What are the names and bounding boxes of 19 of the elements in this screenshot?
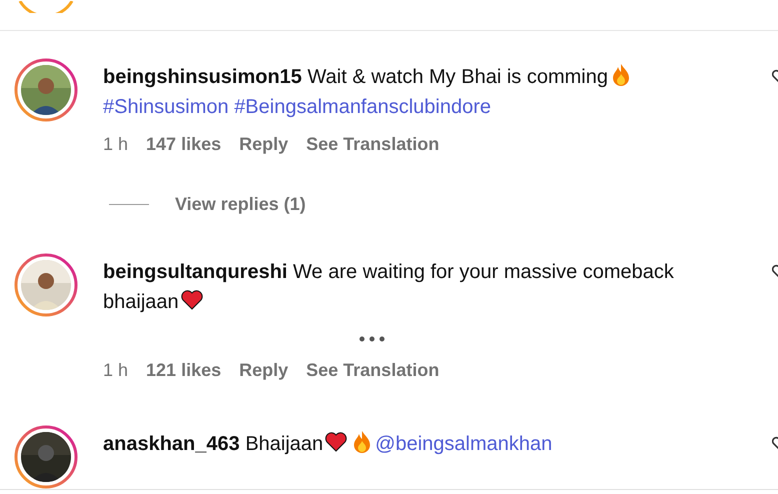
comment-text: Bhaijaan xyxy=(245,433,324,455)
comment-time: 1 h xyxy=(103,134,128,155)
translation-link[interactable]: See Translation xyxy=(306,134,440,155)
hashtag-link[interactable]: #Shinsusimon xyxy=(103,96,229,118)
likes-count[interactable]: 147 likes xyxy=(146,134,222,155)
reply-button[interactable]: Reply xyxy=(239,134,288,155)
username[interactable]: beingshinsusimon15 xyxy=(103,66,302,88)
mention-link[interactable]: @beingsalmankhan xyxy=(375,433,552,455)
translation-link[interactable]: See Translation xyxy=(306,360,440,381)
hashtag-link[interactable]: #Beingsalmanfansclubindore xyxy=(234,96,492,118)
comment-text: bhaijaan xyxy=(103,291,179,313)
username[interactable]: beingsultanqureshi xyxy=(103,261,288,283)
comment-text: We are waiting for your massive comeback xyxy=(293,261,674,283)
comment-text: Wait & watch My Bhai is comming xyxy=(308,66,608,88)
view-replies-button[interactable]: View replies (1) xyxy=(175,194,306,215)
comment-time: 1 h xyxy=(103,360,128,381)
username[interactable]: anaskhan_463 xyxy=(103,433,240,455)
reply-button[interactable]: Reply xyxy=(239,360,288,381)
likes-count[interactable]: 121 likes xyxy=(146,360,222,381)
